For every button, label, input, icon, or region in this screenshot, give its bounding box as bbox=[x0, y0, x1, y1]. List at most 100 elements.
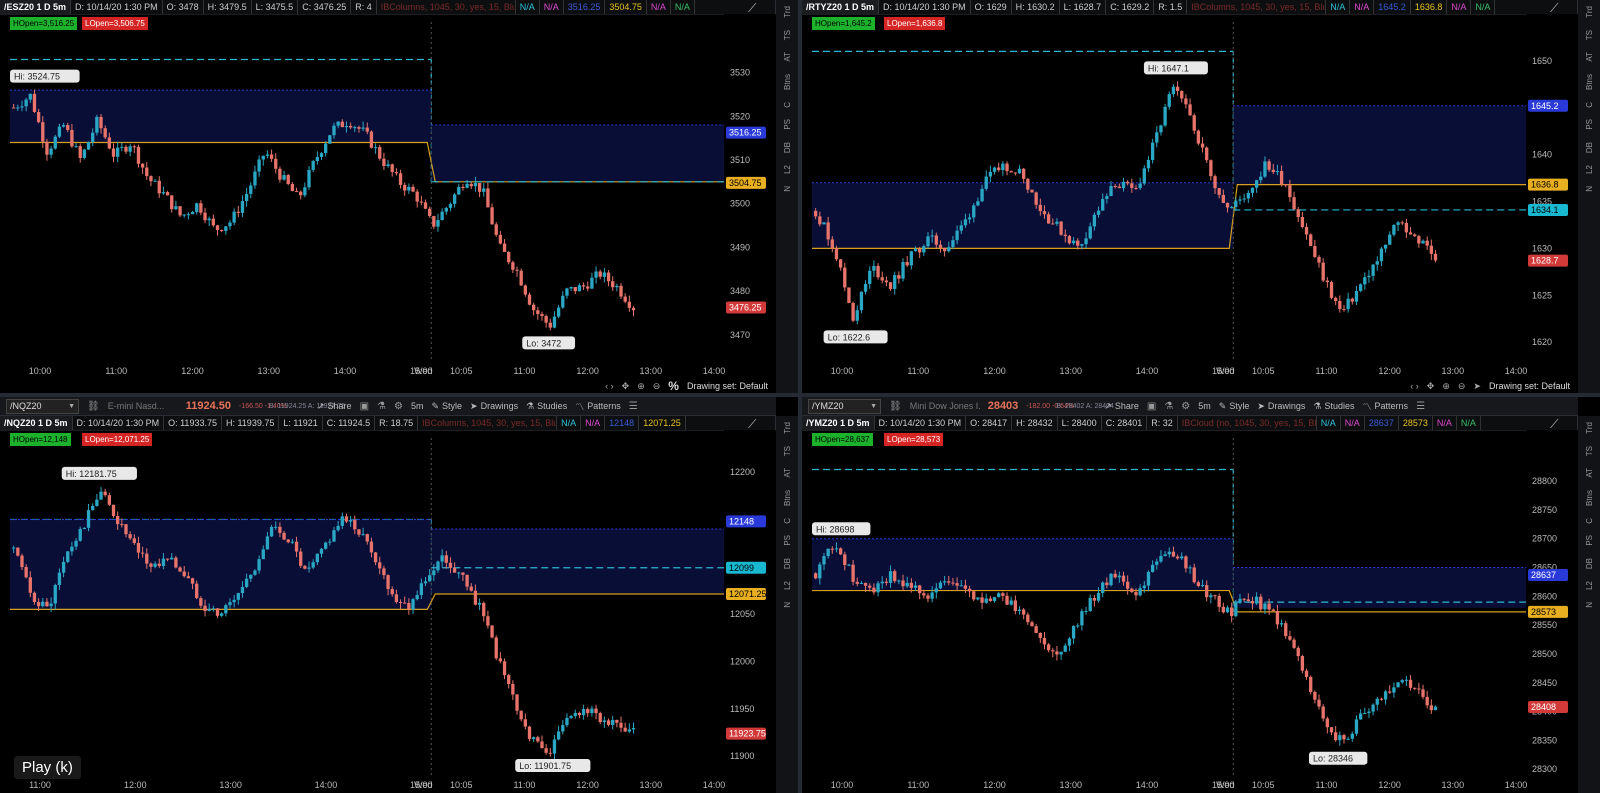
menu-icon[interactable]: ☰ bbox=[629, 401, 638, 412]
side-tab-ts[interactable]: TS bbox=[1585, 446, 1594, 456]
patterns-button[interactable]: 〽 Patterns bbox=[1363, 400, 1409, 413]
side-tab-n[interactable]: N bbox=[783, 186, 792, 192]
side-tab-l2[interactable]: L2 bbox=[783, 165, 792, 174]
price-axis[interactable]: 2830028350284002845028500285502860028650… bbox=[1526, 430, 1578, 793]
pan-icon[interactable]: ✥ bbox=[1427, 381, 1435, 392]
zoom-icon[interactable]: ⊖ bbox=[653, 381, 661, 392]
scroll-icon[interactable]: ‹ › bbox=[605, 381, 614, 391]
side-tab-db[interactable]: DB bbox=[1585, 142, 1594, 153]
candle-body bbox=[157, 180, 161, 194]
side-tab-c[interactable]: C bbox=[1585, 102, 1594, 108]
side-tab-btns[interactable]: Btns bbox=[783, 74, 792, 90]
candle-body bbox=[859, 582, 864, 584]
side-tab-trd[interactable]: Trd bbox=[783, 6, 792, 18]
flask-icon[interactable]: ⚗ bbox=[1164, 401, 1173, 412]
side-tab-l2[interactable]: L2 bbox=[1585, 165, 1594, 174]
pan-icon[interactable]: ✥ bbox=[622, 381, 630, 392]
side-tab-l2[interactable]: L2 bbox=[783, 581, 792, 590]
percent-icon[interactable]: % bbox=[668, 379, 679, 393]
side-tab-ts[interactable]: TS bbox=[783, 446, 792, 456]
snapshot-icon[interactable]: ▣ bbox=[1147, 401, 1156, 412]
play-button[interactable]: Play (k) bbox=[14, 756, 81, 779]
drawing-set-label[interactable]: Drawing set: Default bbox=[1489, 381, 1570, 391]
side-tab-at[interactable]: AT bbox=[1585, 468, 1594, 478]
style-button[interactable]: ✎ Style bbox=[1219, 401, 1250, 412]
share-button[interactable]: ↗ Share bbox=[317, 401, 352, 412]
candle-body bbox=[1059, 651, 1063, 655]
time-axis[interactable]: 10:00 11:00 12:00 13:00 14:00 15:00Wed 10:05 11… bbox=[29, 366, 726, 376]
time-axis[interactable]: 10:00 11:00 12:00 13:00 14:00 15:00Wed 10:05 11… bbox=[831, 366, 1528, 376]
side-tab-btns[interactable]: Btns bbox=[1585, 490, 1594, 506]
price-chart[interactable]: Hi: 1647.1Lo: 1622.6 16201625163016351640… bbox=[802, 14, 1578, 379]
studies-button[interactable]: ⚗ Studies bbox=[526, 401, 567, 412]
candle-body bbox=[1375, 261, 1379, 265]
candle-body bbox=[1142, 168, 1146, 184]
side-tab-l2[interactable]: L2 bbox=[1585, 581, 1594, 590]
candle-body bbox=[357, 529, 361, 535]
side-tab-ps[interactable]: PS bbox=[1585, 119, 1594, 130]
side-tab-c[interactable]: C bbox=[783, 102, 792, 108]
snapshot-icon[interactable]: ▣ bbox=[360, 401, 369, 412]
side-tab-ts[interactable]: TS bbox=[783, 30, 792, 40]
side-tab-at[interactable]: AT bbox=[1585, 52, 1594, 62]
menu-icon[interactable]: ☰ bbox=[1416, 401, 1425, 412]
side-tab-ps[interactable]: PS bbox=[1585, 535, 1594, 546]
time-period-button[interactable]: 5m bbox=[411, 401, 424, 411]
side-tab-trd[interactable]: Trd bbox=[783, 422, 792, 434]
time-period-button[interactable]: 5m bbox=[1198, 401, 1211, 411]
side-tab-db[interactable]: DB bbox=[1585, 558, 1594, 569]
side-tab-ps[interactable]: PS bbox=[783, 535, 792, 546]
side-tab-btns[interactable]: Btns bbox=[1585, 74, 1594, 90]
side-tab-n[interactable]: N bbox=[783, 602, 792, 608]
price-axis[interactable]: 1190011950120001205012100121501220012148… bbox=[724, 430, 776, 793]
style-button[interactable]: ✎ Style bbox=[431, 401, 462, 412]
price-chart[interactable]: Hi: 3524.75Lo: 3472347034803490350035103… bbox=[0, 14, 776, 379]
side-tab-trd[interactable]: Trd bbox=[1585, 6, 1594, 18]
patterns-label: Patterns bbox=[1374, 401, 1409, 411]
side-tab-c[interactable]: C bbox=[783, 518, 792, 524]
candle-body bbox=[365, 127, 369, 132]
chart-panel-rty[interactable]: /RTYZ20 1 D 5m D: 10/14/20 1:30 PM O: 1629… bbox=[802, 0, 1600, 393]
price-chart[interactable]: Hi: 28698Lo: 283462830028350284002845028… bbox=[802, 430, 1578, 793]
gear-icon[interactable]: ⚙ bbox=[394, 401, 403, 412]
patterns-button[interactable]: 〽 Patterns bbox=[575, 400, 621, 413]
side-tab-ps[interactable]: PS bbox=[783, 119, 792, 130]
chart-panel-es[interactable]: /ESZ20 1 D 5m D: 10/14/20 1:30 PM O: 3478 H… bbox=[0, 0, 798, 393]
side-tab-ts[interactable]: TS bbox=[1585, 30, 1594, 40]
link-icon[interactable]: ⛓ bbox=[87, 401, 100, 412]
gear-icon[interactable]: ⚙ bbox=[1181, 401, 1190, 412]
drawings-button[interactable]: ➤ Drawings bbox=[1257, 401, 1305, 412]
side-tab-n[interactable]: N bbox=[1585, 602, 1594, 608]
chart-panel-ym[interactable]: /YMZ20 ▼ ⛓ Mini Dow Jones I... 28403 -182.00 … bbox=[802, 397, 1600, 793]
side-tab-db[interactable]: DB bbox=[783, 142, 792, 153]
candle-body bbox=[1279, 170, 1284, 185]
side-tab-n[interactable]: N bbox=[1585, 186, 1594, 192]
link-icon[interactable]: ⛓ bbox=[889, 401, 902, 412]
symbol-selector[interactable]: /NQZ20 ▼ bbox=[6, 398, 79, 414]
zoom-icon[interactable]: ⊖ bbox=[1458, 381, 1466, 392]
side-tab-trd[interactable]: Trd bbox=[1585, 422, 1594, 434]
drawing-set-label[interactable]: Drawing set: Default bbox=[687, 381, 768, 391]
crosshair-icon[interactable]: ⊕ bbox=[1442, 381, 1450, 392]
price-axis[interactable]: 16201625163016351640164516501645.21636.8… bbox=[1526, 14, 1578, 379]
side-tab-at[interactable]: AT bbox=[783, 468, 792, 478]
price-axis[interactable]: 3470 3480 3490 3500 3510 3520 3530 3516.25 3504.… bbox=[724, 14, 776, 379]
pointer-icon[interactable]: ➤ bbox=[1473, 381, 1481, 392]
studies-button[interactable]: ⚗ Studies bbox=[1313, 401, 1354, 412]
crosshair-icon[interactable]: ⊕ bbox=[637, 381, 645, 392]
side-tab-btns[interactable]: Btns bbox=[783, 490, 792, 506]
candle-body bbox=[111, 504, 116, 517]
time-axis[interactable]: 11:00 12:00 13:00 14:00 15:00Wed 10:05 11:00 12… bbox=[29, 780, 725, 790]
candle-body bbox=[319, 153, 324, 158]
scroll-icon[interactable]: ‹ › bbox=[1410, 381, 1419, 391]
drawings-button[interactable]: ➤ Drawings bbox=[470, 401, 518, 412]
flask-icon[interactable]: ⚗ bbox=[377, 401, 386, 412]
side-tab-c[interactable]: C bbox=[1585, 518, 1594, 524]
side-tab-at[interactable]: AT bbox=[783, 52, 792, 62]
chart-panel-nq[interactable]: /NQZ20 ▼ ⛓ E-mini Nasd... 11924.50 -166.50 -1… bbox=[0, 397, 798, 793]
side-tab-db[interactable]: DB bbox=[783, 558, 792, 569]
time-axis[interactable]: 10:00 11:00 12:00 13:00 14:00 15:00Wed 10:05 11… bbox=[831, 780, 1528, 790]
price-chart[interactable]: Hi: 12181.75 Lo: 11901.75 11900 11950 12000 1… bbox=[0, 430, 776, 793]
symbol-selector[interactable]: /YMZ20 ▼ bbox=[808, 398, 881, 414]
share-button[interactable]: ↗ Share bbox=[1104, 401, 1139, 412]
